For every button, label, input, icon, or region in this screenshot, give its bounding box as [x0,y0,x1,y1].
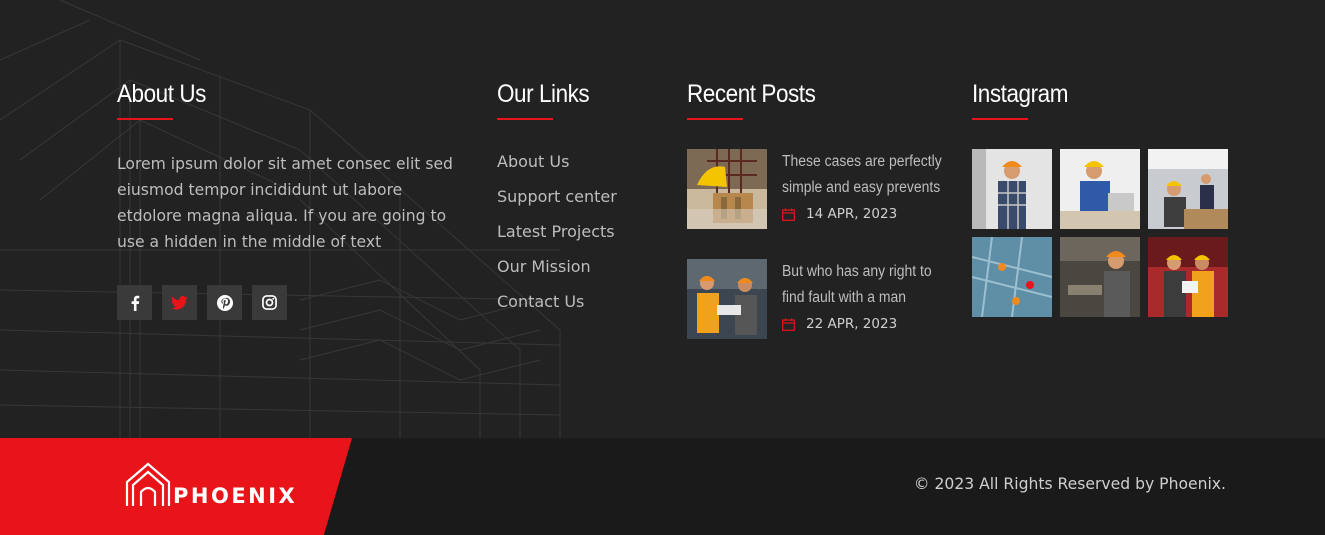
post-body: But who has any right to find fault with … [782,259,948,339]
brand-name: PHOENIX [173,484,298,508]
instagram-photo[interactable] [1148,149,1228,229]
links-section: Our Links About Us Support center Latest… [497,78,667,327]
recent-posts-section: Recent Posts These cases are perfectly si… [687,78,947,339]
post-date: 14 APR, 2023 [782,206,959,222]
title-underline [497,118,553,120]
link-about-us[interactable]: About Us [497,152,667,187]
calendar-icon [782,318,795,331]
link-list: About Us Support center Latest Projects … [497,152,667,327]
post-title[interactable]: But who has any right to find fault with … [782,259,932,311]
footer-top: About Us Lorem ipsum dolor sit amet cons… [0,0,1325,438]
link-latest-projects[interactable]: Latest Projects [497,222,667,257]
house-logo-icon [125,462,171,506]
instagram-photo[interactable] [972,237,1052,317]
about-text: Lorem ipsum dolor sit amet consec elit s… [117,155,453,251]
post-date: 22 APR, 2023 [782,316,948,332]
twitter-button[interactable] [162,285,197,320]
title-underline [687,118,743,120]
post-body: These cases are perfectly simple and easy… [782,149,959,229]
social-links [117,285,467,320]
about-title: About Us [117,80,206,108]
calendar-icon [782,208,795,221]
link-contact-us[interactable]: Contact Us [497,292,667,327]
instagram-button[interactable] [252,285,287,320]
title-underline [117,118,173,120]
post-item: These cases are perfectly simple and easy… [687,149,947,229]
posts-title: Recent Posts [687,80,816,108]
post-thumbnail[interactable] [687,149,767,229]
links-title: Our Links [497,80,590,108]
facebook-button[interactable] [117,285,152,320]
title-underline [972,118,1028,120]
instagram-section: Instagram [972,78,1232,317]
instagram-icon [262,295,277,310]
instagram-photo[interactable] [1060,237,1140,317]
pinterest-button[interactable] [207,285,242,320]
pinterest-icon [216,294,233,311]
facebook-icon [131,295,139,311]
worker-with-tools-image [687,149,767,229]
instagram-title: Instagram [972,80,1069,108]
post-thumbnail[interactable] [687,259,767,339]
twitter-icon [171,295,188,310]
footer-bottom-bar: PHOENIX © 2023 All Rights Reserved by Ph… [0,438,1325,535]
link-support-center[interactable]: Support center [497,187,667,222]
instagram-grid [972,149,1232,317]
instagram-photo[interactable] [972,149,1052,229]
workers-meeting-image [687,259,767,339]
copyright-text: © 2023 All Rights Reserved by Phoenix. [913,475,1226,493]
phoenix-logo[interactable]: PHOENIX [125,462,297,508]
post-item: But who has any right to find fault with … [687,259,947,339]
about-section: About Us Lorem ipsum dolor sit amet cons… [117,78,467,320]
link-our-mission[interactable]: Our Mission [497,257,667,292]
instagram-photo[interactable] [1060,149,1140,229]
post-title[interactable]: These cases are perfectly simple and easy… [782,149,942,201]
instagram-photo[interactable] [1148,237,1228,317]
